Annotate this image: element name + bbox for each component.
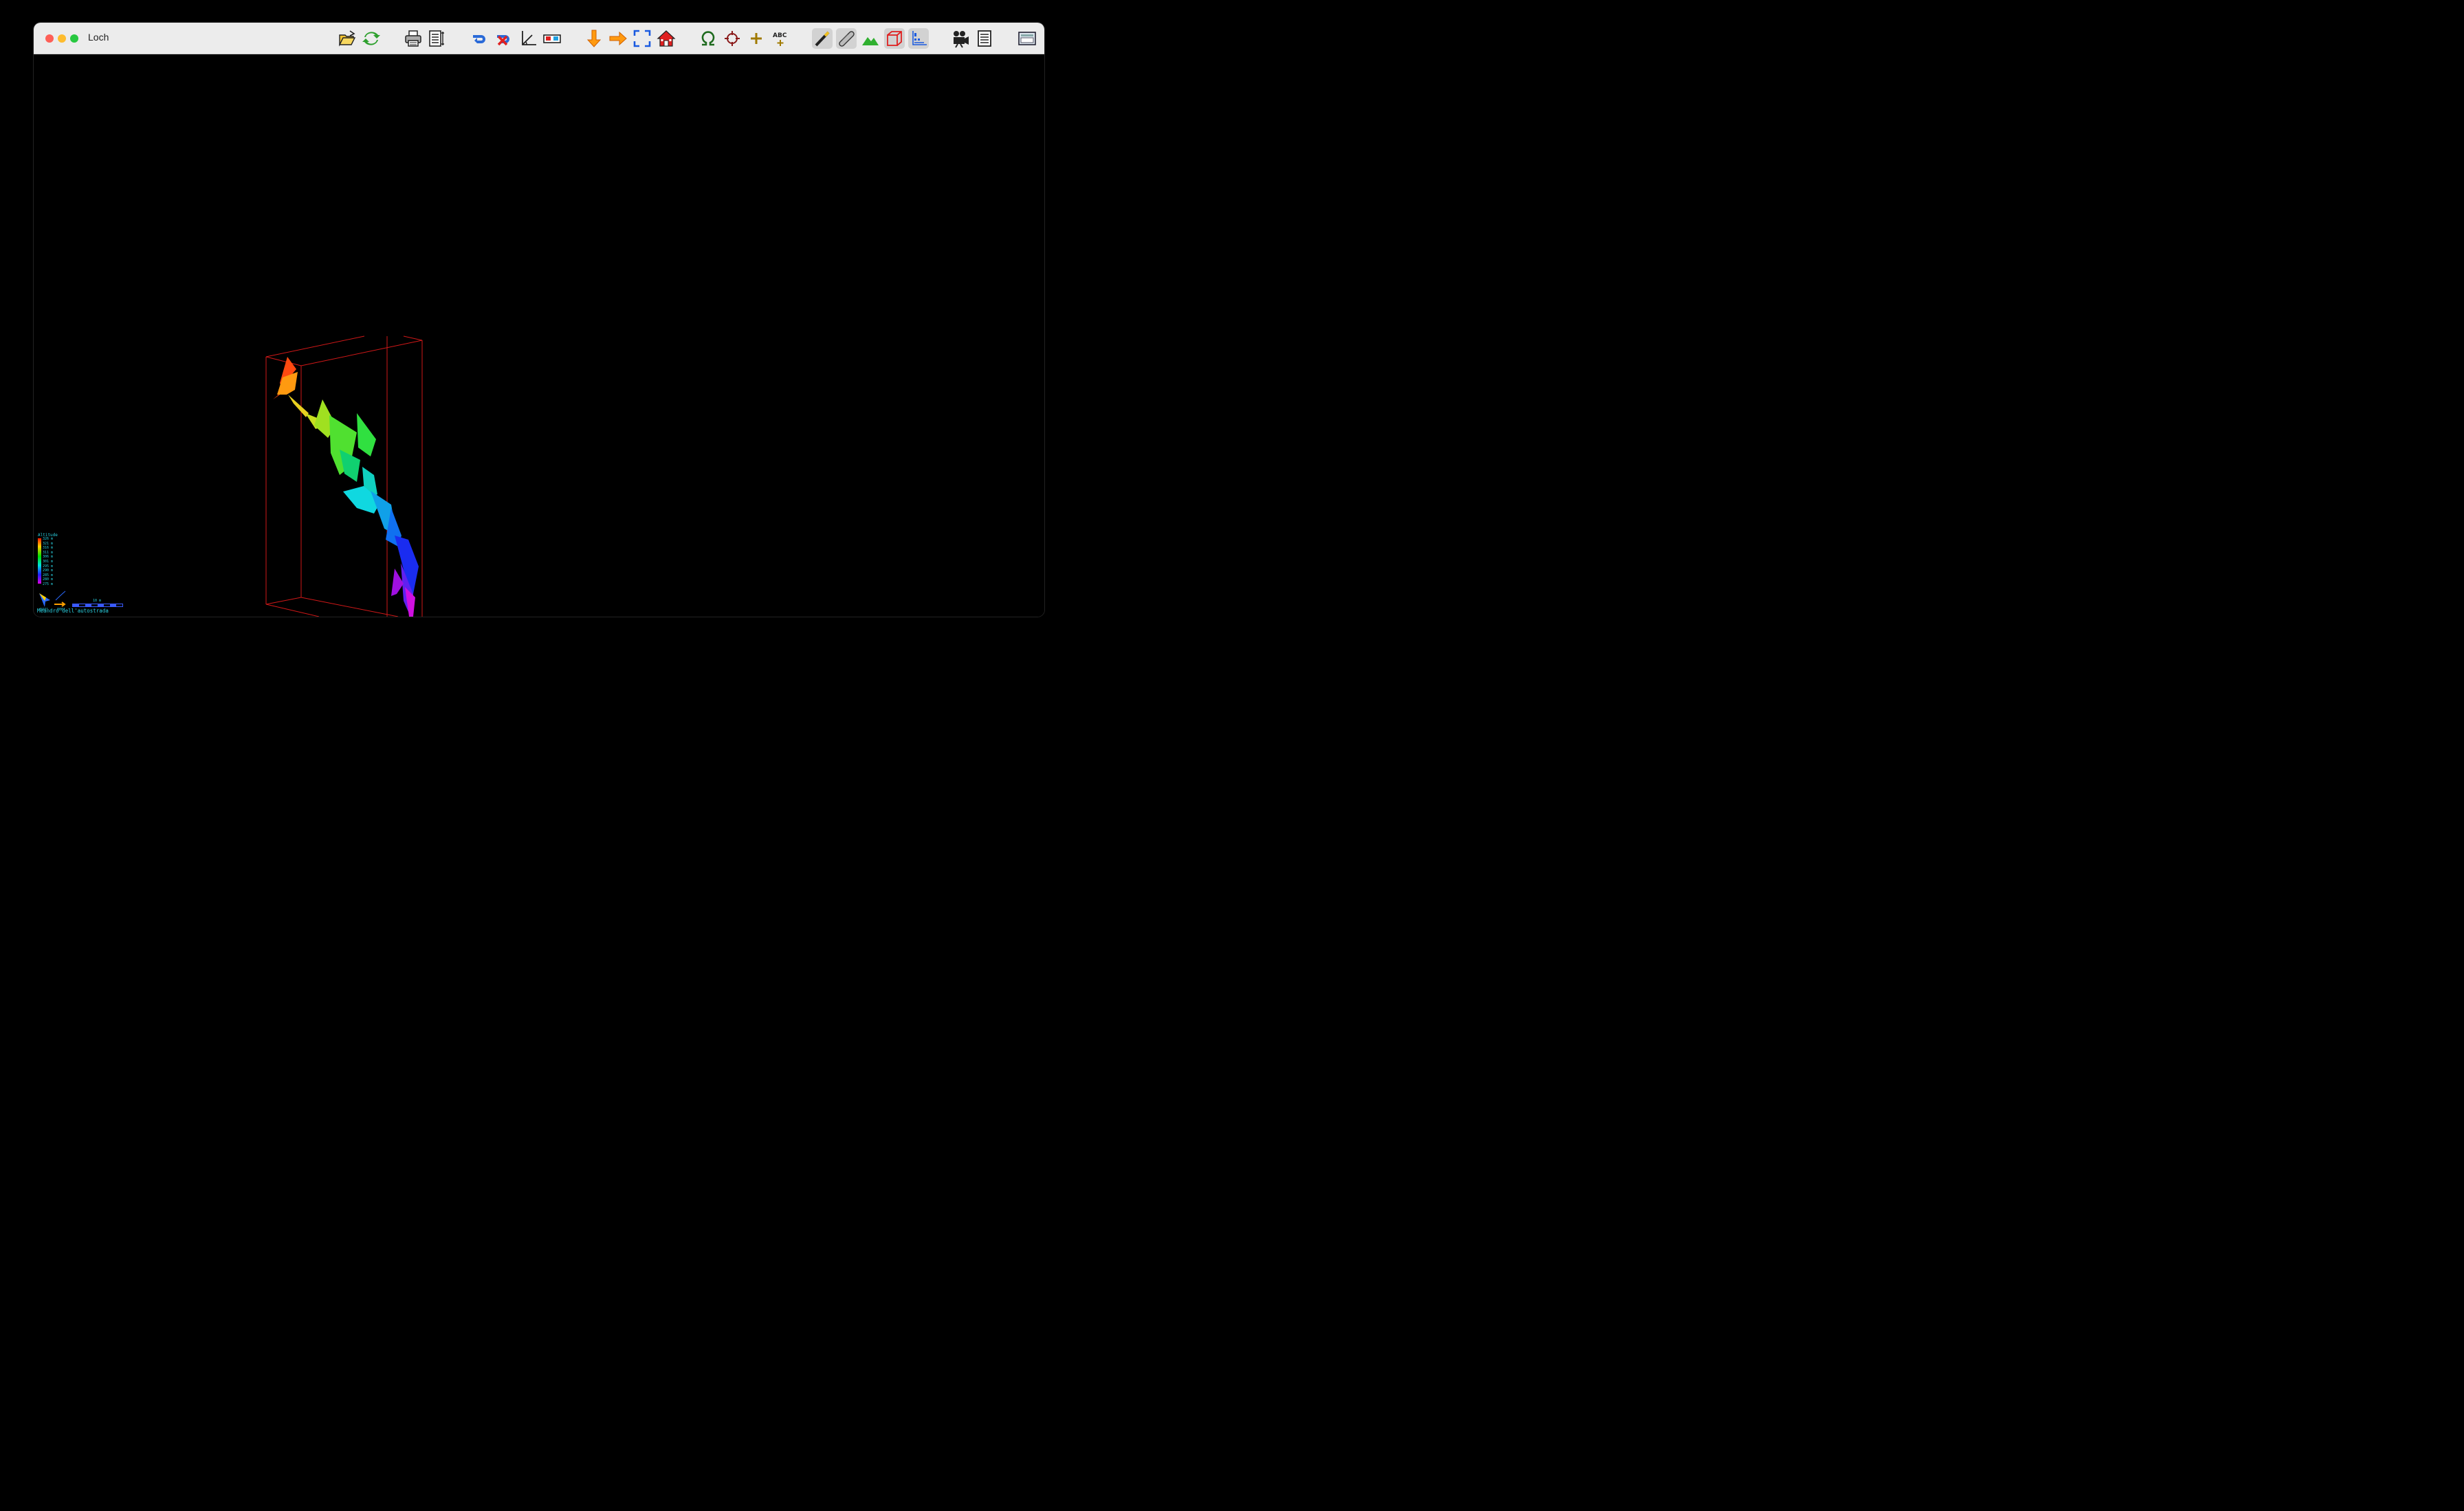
zoom-fit-icon — [633, 30, 651, 47]
zoom-fit-button[interactable] — [632, 28, 652, 49]
legend-label: 316 m — [43, 546, 54, 551]
stereo-button[interactable] — [542, 28, 562, 49]
indicators-icon — [912, 31, 927, 45]
tilt-angle-icon — [522, 31, 536, 45]
title-bar[interactable]: Loch ABC — [34, 23, 1044, 54]
page-setup-icon — [429, 30, 444, 47]
cave-3d-viewport[interactable]: Altitude 326 m 321 m 316 m 311 m 306 m 3… — [34, 54, 1044, 617]
plus-station-icon — [751, 33, 762, 44]
plan-view-button[interactable] — [584, 28, 604, 49]
legend-label: 295 m — [43, 564, 54, 569]
rotate-button[interactable] — [470, 28, 490, 49]
minimize-window-button[interactable] — [58, 34, 66, 43]
bounding-box-icon — [887, 31, 902, 46]
color-legend-bar — [38, 538, 41, 584]
surface-terrain-icon — [862, 37, 879, 45]
cave-survey-render — [39, 335, 423, 617]
tilt-button[interactable] — [518, 28, 538, 49]
animation-button[interactable] — [950, 28, 971, 49]
walls-tube-icon — [839, 31, 855, 47]
indicators-button[interactable] — [908, 28, 929, 49]
reload-icon — [362, 32, 380, 45]
centerline-icon — [815, 31, 830, 47]
window-title: Loch — [88, 32, 109, 43]
legend-label: 326 m — [43, 537, 54, 541]
legend-label: 285 m — [43, 573, 54, 577]
side-panel-button[interactable] — [974, 28, 995, 49]
scale-label: 10 m — [93, 599, 102, 603]
window-fullscreen-icon — [1018, 32, 1036, 45]
centerline-button[interactable] — [812, 28, 833, 49]
open-button[interactable] — [337, 28, 358, 49]
scale-bar — [72, 604, 123, 607]
close-window-button[interactable] — [45, 34, 54, 43]
cave-walls — [273, 357, 419, 617]
legend-label: 290 m — [43, 569, 54, 573]
abc-labels-icon: ABC — [773, 32, 787, 46]
plan-view-icon — [586, 30, 602, 47]
fullscreen-button[interactable] — [1017, 28, 1037, 49]
rotate-reverse-icon — [497, 35, 509, 46]
surface-button[interactable] — [860, 28, 881, 49]
legend-label: 275 m — [43, 582, 54, 586]
maximize-window-button[interactable] — [70, 34, 78, 43]
elevation-view-icon — [609, 31, 627, 46]
cave-name-label: Meandro dell'autostrada — [37, 608, 109, 614]
color-legend-labels: 326 m 321 m 316 m 311 m 306 m 301 m 295 … — [43, 537, 70, 587]
info-panel-icon — [978, 30, 991, 47]
legend-label: 321 m — [43, 541, 54, 546]
omega-entrance-icon — [701, 31, 715, 46]
reload-button[interactable] — [361, 28, 382, 49]
app-window: Loch ABC Altitude 326 m 321 m 316 m 311 … — [34, 23, 1044, 617]
svg-text:ABC: ABC — [773, 32, 787, 39]
elevation-view-button[interactable] — [608, 28, 628, 49]
compass-indicator — [39, 591, 66, 607]
home-button[interactable] — [656, 28, 676, 49]
printer-icon — [405, 30, 421, 47]
bounding-box-button[interactable] — [884, 28, 905, 49]
rotate-icon — [473, 35, 485, 43]
rotate-reverse-button[interactable] — [494, 28, 514, 49]
walls-button[interactable] — [836, 28, 857, 49]
page-setup-button[interactable] — [427, 28, 448, 49]
labels-button[interactable]: ABC — [770, 28, 791, 49]
stations-button[interactable] — [746, 28, 767, 49]
crosshair-icon — [725, 31, 740, 46]
legend-label: 301 m — [43, 559, 54, 564]
print-button[interactable] — [403, 28, 424, 49]
open-folder-icon — [338, 30, 356, 47]
home-icon — [657, 30, 676, 47]
legend-label: 311 m — [43, 550, 54, 555]
fixed-points-button[interactable] — [722, 28, 742, 49]
entrances-button[interactable] — [698, 28, 718, 49]
stereo-glasses-icon — [543, 34, 561, 43]
legend-label: 280 m — [43, 577, 54, 582]
movie-camera-icon — [954, 31, 969, 48]
legend-label: 306 m — [43, 555, 54, 560]
